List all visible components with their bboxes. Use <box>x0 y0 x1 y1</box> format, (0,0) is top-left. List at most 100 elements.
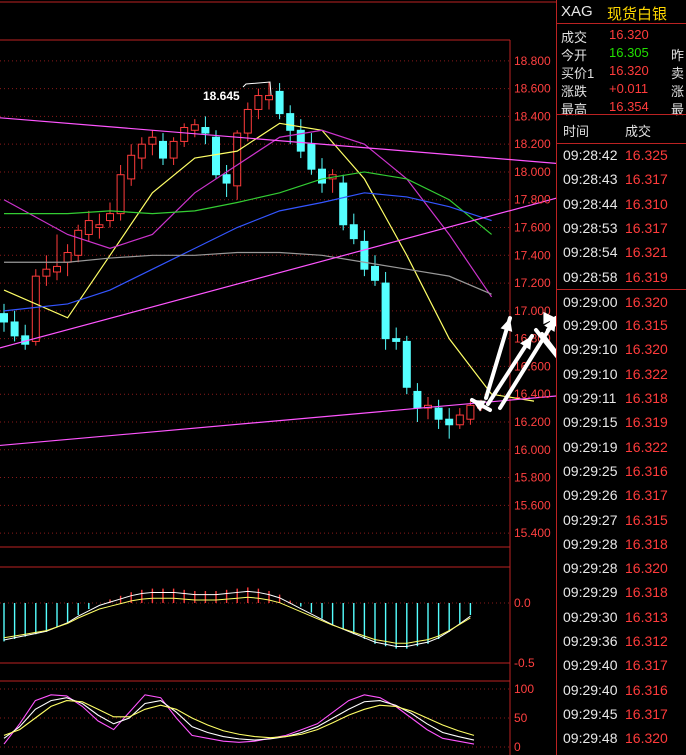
tick-time: 09:29:40 <box>563 657 618 674</box>
y-tick-label: 18.200 <box>514 137 551 151</box>
candle-body <box>445 418 454 426</box>
kdj-tick-label: 50 <box>514 711 528 725</box>
candle-body <box>95 224 104 229</box>
tick-price: 16.315 <box>625 511 668 528</box>
candle-body <box>243 108 252 134</box>
candlestick-series <box>0 81 485 439</box>
tick-row: 09:28:44 16.310 <box>557 192 686 216</box>
y-tick-label: 16.600 <box>514 359 551 373</box>
y-tick-label: 16.400 <box>514 387 551 401</box>
y-tick-label: 18.000 <box>514 165 551 179</box>
tick-row: 09:28:58 16.319 <box>557 265 686 289</box>
tick-price: 16.320 <box>625 341 668 358</box>
tick-price: 16.321 <box>625 244 668 261</box>
candle-body <box>53 265 61 273</box>
y-tick-label: 17.800 <box>514 193 551 207</box>
candle-body <box>127 154 136 180</box>
candle-body <box>286 113 295 131</box>
tick-time: 09:29:19 <box>563 438 618 455</box>
y-tick-label: 15.600 <box>514 498 551 512</box>
y-tick-label: 18.600 <box>514 82 551 96</box>
tick-time: 09:29:40 <box>563 681 618 698</box>
y-tick-label: 16.000 <box>514 443 551 457</box>
tick-row: 09:29:00 16.320 <box>557 288 686 314</box>
candle-body <box>455 414 464 426</box>
candle-body <box>159 140 167 159</box>
candle-body <box>84 220 93 235</box>
tick-price: 16.317 <box>625 657 668 674</box>
candle-body <box>392 338 401 342</box>
tick-price: 16.325 <box>625 147 668 163</box>
ticks-time-header: 时间 <box>563 124 590 139</box>
chart-area: 18.800 18.600 18.400 18.200 18.000 17.800 17.6… <box>0 1 556 755</box>
tick-row: 09:29:10 16.320 <box>557 337 686 361</box>
tick-row: 09:29:28 16.318 <box>557 532 686 556</box>
tick-time: 09:28:53 <box>563 219 618 236</box>
tick-price: 16.318 <box>625 584 668 601</box>
candle-body <box>190 124 199 131</box>
tick-price: 16.315 <box>625 317 668 334</box>
tick-time: 09:29:00 <box>563 317 618 334</box>
tick-row: 09:29:26 16.317 <box>557 483 686 507</box>
moving-average-line <box>3 122 535 402</box>
candle-body <box>180 127 189 142</box>
candle-body <box>148 136 157 145</box>
moving-average-line <box>3 129 493 298</box>
tick-row: 09:29:48 16.320 <box>557 726 686 750</box>
y-tick-label: 18.400 <box>514 109 551 123</box>
tick-row: 09:28:54 16.321 <box>557 240 686 264</box>
tick-time: 09:29:10 <box>563 341 618 358</box>
tick-time: 09:29:00 <box>563 293 618 310</box>
y-tick-label: 17.600 <box>514 221 551 235</box>
quote-row: 今开 16.305 昨 <box>557 44 686 63</box>
tick-row: 09:29:27 16.315 <box>557 508 686 532</box>
tick-time: 09:29:36 <box>563 633 618 649</box>
macd-tick-label: -0.5 <box>514 656 535 670</box>
tick-price: 16.312 <box>625 633 668 649</box>
macd-dea-line <box>3 596 471 644</box>
candle-body <box>360 240 369 270</box>
tick-time: 09:29:48 <box>563 730 618 747</box>
candle-body <box>318 168 326 184</box>
moving-average-line <box>4 251 492 295</box>
candle-body <box>169 140 178 159</box>
candle-body <box>254 95 263 110</box>
kdj-line <box>3 700 475 739</box>
candle-body <box>434 407 443 420</box>
tick-price: 16.320 <box>625 293 668 310</box>
quote-value: 16.305 <box>609 45 649 60</box>
tick-row: 09:28:53 16.317 <box>557 216 686 240</box>
trend-lines <box>0 117 556 447</box>
ticks-price-header: 成交 <box>625 124 652 139</box>
candle-body <box>307 143 316 170</box>
candle-body <box>0 313 8 323</box>
y-tick-label: 15.800 <box>514 471 551 485</box>
tick-row: 09:29:40 16.316 <box>557 678 686 702</box>
tick-row: 09:29:45 16.317 <box>557 702 686 726</box>
tick-time: 09:29:26 <box>563 487 618 504</box>
tick-time: 09:29:28 <box>563 535 618 552</box>
tick-price: 16.322 <box>625 438 668 455</box>
chart-gridlines <box>0 60 510 534</box>
tick-price: 16.319 <box>625 268 668 285</box>
moving-average-line <box>4 171 492 235</box>
tick-row: 09:29:29 16.318 <box>557 580 686 604</box>
candle-body <box>466 404 475 420</box>
tick-price: 16.318 <box>625 390 668 406</box>
tick-row: 09:29:10 16.322 <box>557 362 686 386</box>
candle-body <box>222 174 231 184</box>
candle-body <box>265 95 273 101</box>
macd-tick-label: 0.0 <box>514 596 531 610</box>
tick-time: 09:28:54 <box>563 244 618 261</box>
tick-price: 16.322 <box>625 365 668 382</box>
price-annotation: 18.645 <box>203 89 240 103</box>
candle-body <box>275 90 284 115</box>
candle-body <box>31 275 40 342</box>
tick-row: 09:29:36 16.312 <box>557 629 686 653</box>
tick-price: 16.317 <box>625 219 668 236</box>
tick-row: 09:29:40 16.317 <box>557 653 686 677</box>
tick-row: 09:29:25 16.316 <box>557 459 686 483</box>
y-tick-label: 17.200 <box>514 276 551 290</box>
tick-price: 16.313 <box>625 608 668 625</box>
tick-row: 09:28:42 16.325 <box>557 143 686 167</box>
